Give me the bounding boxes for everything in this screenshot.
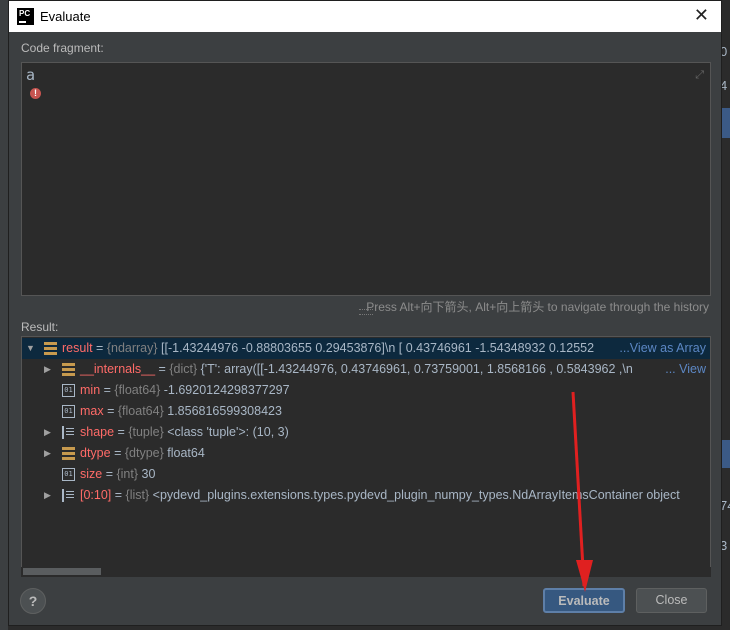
var-value: 30 [138,467,156,481]
tree-row-result[interactable]: ▼ result = {ndarray} [[-1.43244976 -0.88… [22,338,710,359]
var-eq: = [103,404,118,418]
tree-row-dtype[interactable]: ▶ dtype = {dtype} float64 [22,443,710,464]
var-type: {dict} [169,362,198,376]
tree-row-internals[interactable]: ▶ __internals__ = {dict} {'T': array([[-… [22,359,710,380]
var-value: <class 'tuple'>: (10, 3) [163,425,289,439]
tree-row-slice[interactable]: ▶ [0:10] = {list} <pydevd_plugins.extens… [22,485,710,506]
history-hint: Press Alt+向下箭头, Alt+向上箭头 to navigate thr… [366,300,709,314]
var-type: {float64} [117,404,164,418]
var-name: __internals__ [80,362,156,376]
result-tree[interactable]: ▼ result = {ndarray} [[-1.43244976 -0.88… [21,336,711,576]
var-type: {list} [125,488,150,502]
var-name: max [80,404,104,418]
expand-arrow-icon[interactable]: ▶ [44,443,54,464]
var-eq: = [111,488,126,502]
expand-arrow-icon[interactable]: ▶ [44,422,54,443]
expand-arrow-icon[interactable]: ▶ [44,359,54,380]
tuple-icon [62,426,75,439]
var-name: [0:10] [80,488,112,502]
var-value: {'T': array([[-1.43244976, 0.43746961, 0… [197,362,633,376]
collapse-arrow-icon[interactable]: ▼ [26,338,36,359]
var-name: dtype [80,446,111,460]
var-eq: = [155,362,170,376]
var-name: min [80,383,101,397]
tree-row-shape[interactable]: ▶ shape = {tuple} <class 'tuple'>: (10, … [22,422,710,443]
number-icon: 01 [62,384,75,397]
var-type: {float64} [114,383,161,397]
splitter-grip[interactable] [359,309,373,315]
var-type: {dtype} [124,446,164,460]
number-icon: 01 [62,405,75,418]
ide-background-left [0,0,8,630]
list-icon [62,489,75,502]
var-eq: = [114,425,129,439]
expand-icon[interactable]: ⤢ [695,69,704,82]
var-name: shape [80,425,115,439]
tree-row-size[interactable]: 01 size = {int} 30 [22,464,710,485]
var-type: {tuple} [128,425,164,439]
help-button[interactable]: ? [20,588,46,614]
dict-icon [62,363,75,376]
code-text[interactable]: a [26,66,35,84]
tree-row-max[interactable]: 01 max = {float64} 1.856816599308423 [22,401,710,422]
window-title: Evaluate [40,9,91,24]
intention-bulb-icon[interactable]: ! [30,88,41,99]
title-bar[interactable]: PC Evaluate ✕ [9,1,721,32]
code-fragment-editor[interactable]: a ! ⤢ [21,62,711,296]
scrollbar-thumb[interactable] [23,568,101,575]
var-eq: = [92,341,107,355]
evaluate-button[interactable]: Evaluate [543,588,625,613]
var-name: size [80,467,103,481]
horizontal-scrollbar[interactable] [21,567,711,577]
var-eq: = [100,383,115,397]
code-fragment-label: Code fragment: [21,41,104,55]
var-type: {ndarray} [106,341,158,355]
var-eq: = [110,446,125,460]
view-link[interactable]: ... View [665,359,706,380]
number-icon: 01 [62,468,75,481]
result-label: Result: [21,320,59,334]
var-name: result [62,341,93,355]
var-value: <pydevd_plugins.extensions.types.pydevd_… [149,488,680,502]
var-value: [[-1.43244976 -0.88803655 0.29453876]\n … [157,341,595,355]
tree-row-min[interactable]: 01 min = {float64} -1.6920124298377297 [22,380,710,401]
evaluate-dialog: PC Evaluate ✕ Code fragment: a ! ⤢ Press… [8,0,722,626]
var-value: 1.856816599308423 [163,404,282,418]
view-as-array-link[interactable]: ...View as Array [619,338,706,359]
var-value: -1.6920124298377297 [160,383,290,397]
ndarray-icon [44,342,57,355]
var-type: {int} [116,467,139,481]
expand-arrow-icon[interactable]: ▶ [44,485,54,506]
close-window-icon[interactable]: ✕ [694,5,709,26]
pycharm-logo-icon: PC [17,8,34,25]
var-value: float64 [163,446,205,460]
dtype-icon [62,447,75,460]
var-eq: = [102,467,117,481]
close-button[interactable]: Close [636,588,707,613]
